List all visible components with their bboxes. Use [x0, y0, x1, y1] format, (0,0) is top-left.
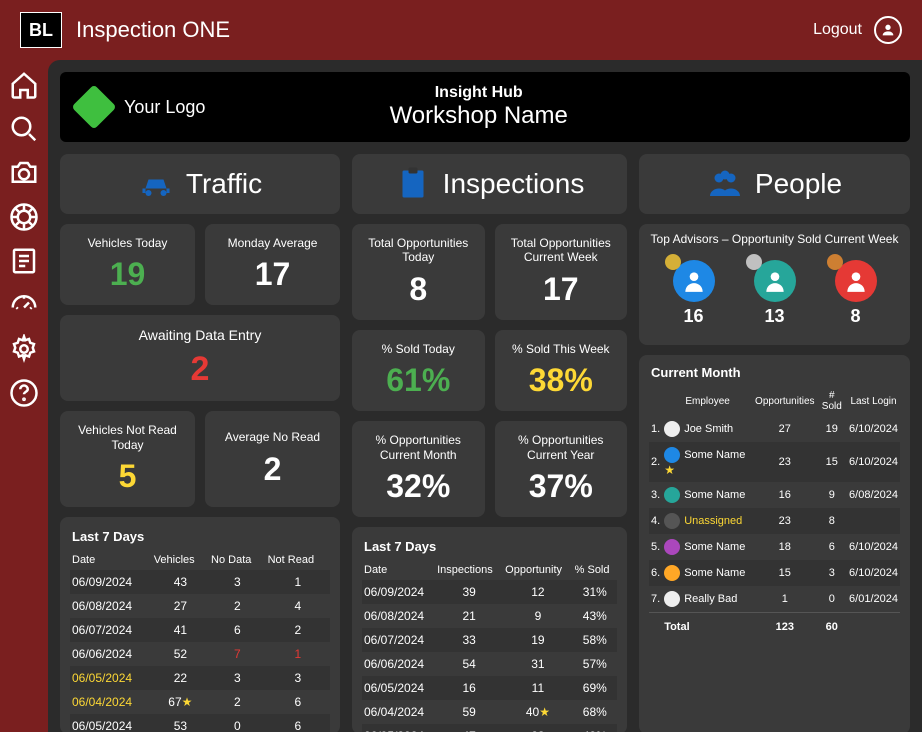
- col-header: Date: [70, 550, 152, 570]
- avatar-icon: [664, 421, 680, 437]
- workshop-name: Workshop Name: [205, 102, 752, 130]
- avg-no-read-card: Average No Read2: [205, 411, 340, 507]
- table-row: 6.Some Name1536/10/2024: [649, 560, 900, 586]
- brand-logo: BL: [20, 12, 62, 48]
- table-row: 1.Joe Smith27196/10/2024: [649, 416, 900, 442]
- col-header: Employee: [662, 386, 753, 416]
- banner: Your Logo Insight Hub Workshop Name: [60, 72, 910, 142]
- col-header: Vehicles: [152, 550, 209, 570]
- col-header: No Data: [209, 550, 266, 570]
- table-row: 06/06/2024543157%: [362, 652, 617, 676]
- sidebar: [0, 60, 48, 732]
- table-row: 06/04/20245940★68%: [362, 700, 617, 724]
- table-row: 2.Some Name ★23156/10/2024: [649, 442, 900, 482]
- table-row: 06/09/2024391231%: [362, 580, 617, 604]
- report-icon[interactable]: [9, 246, 39, 276]
- table-row: 5.Some Name1866/10/2024: [649, 534, 900, 560]
- table-row: 06/07/2024331958%: [362, 628, 617, 652]
- logo-text: Your Logo: [124, 97, 205, 118]
- medal-icon: [827, 254, 843, 270]
- top-advisors-card: Top Advisors – Opportunity Sold Current …: [639, 224, 910, 345]
- avatar-icon: [664, 487, 680, 503]
- table-row: 06/08/20242724: [70, 594, 330, 618]
- avatar-icon: [664, 447, 680, 463]
- col-header: Opportunity: [503, 560, 572, 580]
- gauge-icon[interactable]: [9, 290, 39, 320]
- advisor-item: 16: [673, 260, 715, 327]
- people-table: EmployeeOpportunities# SoldLast Login 1.…: [649, 386, 900, 638]
- avatar-icon: [664, 513, 680, 529]
- table-row: 06/05/2024161169%: [362, 676, 617, 700]
- sold-today-card: % Sold Today61%: [352, 330, 485, 411]
- avatar-icon: [664, 539, 680, 555]
- col-header: Last Login: [847, 386, 900, 416]
- vehicles-today-card: Vehicles Today19: [60, 224, 195, 305]
- not-read-card: Vehicles Not Read Today5: [60, 411, 195, 507]
- opps-week-card: Total Opportunities Current Week17: [495, 224, 628, 320]
- hub-title: Insight Hub: [205, 84, 752, 102]
- tire-icon[interactable]: [9, 202, 39, 232]
- advisor-item: 13: [754, 260, 796, 327]
- people-icon: [707, 166, 743, 202]
- table-row: 4.Unassigned238: [649, 508, 900, 534]
- advisor-item: 8: [835, 260, 877, 327]
- topbar: BL Inspection ONE Logout: [0, 0, 922, 60]
- col-header: Not Read: [266, 550, 330, 570]
- traffic-last7-card: Last 7 Days DateVehiclesNo DataNot Read …: [60, 517, 340, 732]
- medal-icon: [665, 254, 681, 270]
- user-avatar-icon[interactable]: [874, 16, 902, 44]
- main-content: Your Logo Insight Hub Workshop Name Traf…: [48, 60, 922, 732]
- col-header: % Sold: [573, 560, 617, 580]
- opps-year-card: % Opportunities Current Year37%: [495, 421, 628, 517]
- current-month-card: Current Month EmployeeOpportunities# Sol…: [639, 355, 910, 732]
- table-row: 7.Really Bad106/01/2024: [649, 586, 900, 613]
- awaiting-card: Awaiting Data Entry2: [60, 315, 340, 401]
- table-row: 06/09/20244331: [70, 570, 330, 594]
- clipboard-icon: [395, 166, 431, 202]
- traffic-header: Traffic: [60, 154, 340, 214]
- opps-month-card: % Opportunities Current Month32%: [352, 421, 485, 517]
- medal-icon: [746, 254, 762, 270]
- inspections-table: DateInspectionsOpportunity% Sold 06/09/2…: [362, 560, 617, 732]
- people-header: People: [639, 154, 910, 214]
- sold-week-card: % Sold This Week38%: [495, 330, 628, 411]
- traffic-table: DateVehiclesNo DataNot Read 06/09/202443…: [70, 550, 330, 732]
- logout-link[interactable]: Logout: [813, 21, 862, 39]
- camera-icon[interactable]: [9, 158, 39, 188]
- col-header: Inspections: [435, 560, 503, 580]
- car-icon: [138, 166, 174, 202]
- gear-icon[interactable]: [9, 334, 39, 364]
- table-row: 06/05/20245306: [70, 714, 330, 732]
- table-row: 06/05/20242233: [70, 666, 330, 690]
- table-row: 06/08/202421943%: [362, 604, 617, 628]
- col-header: Date: [362, 560, 435, 580]
- table-row: 06/06/20245271: [70, 642, 330, 666]
- opps-today-card: Total Opportunities Today8: [352, 224, 485, 320]
- help-icon[interactable]: [9, 378, 39, 408]
- avatar-icon: [664, 565, 680, 581]
- inspections-header: Inspections: [352, 154, 627, 214]
- search-icon[interactable]: [9, 114, 39, 144]
- monday-avg-card: Monday Average17: [205, 224, 340, 305]
- inspections-last7-card: Last 7 Days DateInspectionsOpportunity% …: [352, 527, 627, 732]
- col-header: # Sold: [817, 386, 848, 416]
- avatar-icon: [664, 591, 680, 607]
- table-row: 3.Some Name1696/08/2024: [649, 482, 900, 508]
- customer-logo-icon: [71, 84, 116, 129]
- app-title: Inspection ONE: [76, 17, 230, 43]
- col-header: Opportunities: [753, 386, 816, 416]
- home-icon[interactable]: [9, 70, 39, 100]
- table-row: 06/07/20244162: [70, 618, 330, 642]
- table-row: 06/04/202467★26: [70, 690, 330, 714]
